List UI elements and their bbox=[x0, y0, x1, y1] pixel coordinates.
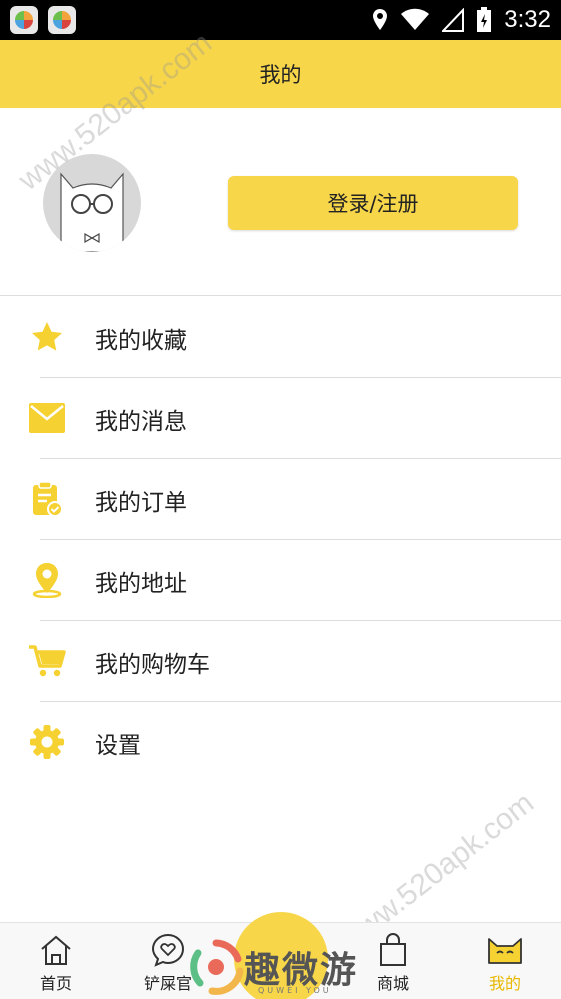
page-title: 我的 bbox=[259, 63, 302, 87]
location-pin-icon bbox=[28, 561, 66, 599]
brand-subtext: QUWEI YOU bbox=[258, 986, 332, 995]
nav-mine[interactable]: 我的 bbox=[460, 923, 550, 999]
profile-section: 登录/注册 bbox=[0, 108, 561, 296]
menu-item-label: 我的收藏 bbox=[95, 327, 187, 354]
menu-item-label: 我的消息 bbox=[95, 408, 187, 435]
menu-item-address[interactable]: 我的地址 bbox=[0, 540, 561, 621]
menu-item-orders[interactable]: 我的订单 bbox=[0, 459, 561, 540]
clipboard-icon bbox=[28, 480, 66, 518]
brand-logo-icon bbox=[190, 939, 244, 995]
gear-icon bbox=[28, 723, 66, 761]
battery-icon bbox=[477, 7, 492, 32]
location-status-icon bbox=[373, 9, 388, 30]
nav-label: 我的 bbox=[488, 974, 521, 993]
header-bar: 我的 bbox=[0, 40, 561, 108]
home-icon bbox=[38, 932, 74, 968]
avatar[interactable] bbox=[43, 154, 141, 252]
cat-avatar-icon bbox=[60, 172, 124, 252]
menu-item-settings[interactable]: 设置 bbox=[0, 702, 561, 783]
signal-icon bbox=[442, 8, 465, 32]
menu-item-messages[interactable]: 我的消息 bbox=[0, 378, 561, 459]
menu-item-label: 我的购物车 bbox=[95, 651, 210, 678]
status-bar: 3:32 bbox=[0, 0, 561, 40]
menu-list: 我的收藏 我的消息 我的订单 我的地址 我的购物车 设置 bbox=[0, 297, 561, 783]
envelope-icon bbox=[28, 399, 66, 437]
nav-home[interactable]: 首页 bbox=[11, 923, 101, 999]
menu-item-label: 我的地址 bbox=[95, 570, 187, 597]
star-icon bbox=[28, 318, 66, 356]
menu-item-label: 设置 bbox=[95, 732, 141, 759]
nav-label: 首页 bbox=[39, 974, 72, 993]
nav-label: 商城 bbox=[376, 974, 409, 993]
notification-app-icon bbox=[10, 6, 38, 34]
shopping-bag-icon bbox=[375, 932, 411, 968]
wifi-icon bbox=[401, 8, 430, 30]
menu-item-label: 我的订单 bbox=[95, 489, 187, 516]
notification-app-icon bbox=[48, 6, 76, 34]
menu-item-favorites[interactable]: 我的收藏 bbox=[0, 297, 561, 378]
menu-item-cart[interactable]: 我的购物车 bbox=[0, 621, 561, 702]
cat-face-icon bbox=[487, 932, 523, 968]
status-time: 3:32 bbox=[504, 6, 551, 33]
login-register-button[interactable]: 登录/注册 bbox=[228, 176, 518, 230]
cart-icon bbox=[28, 642, 66, 680]
